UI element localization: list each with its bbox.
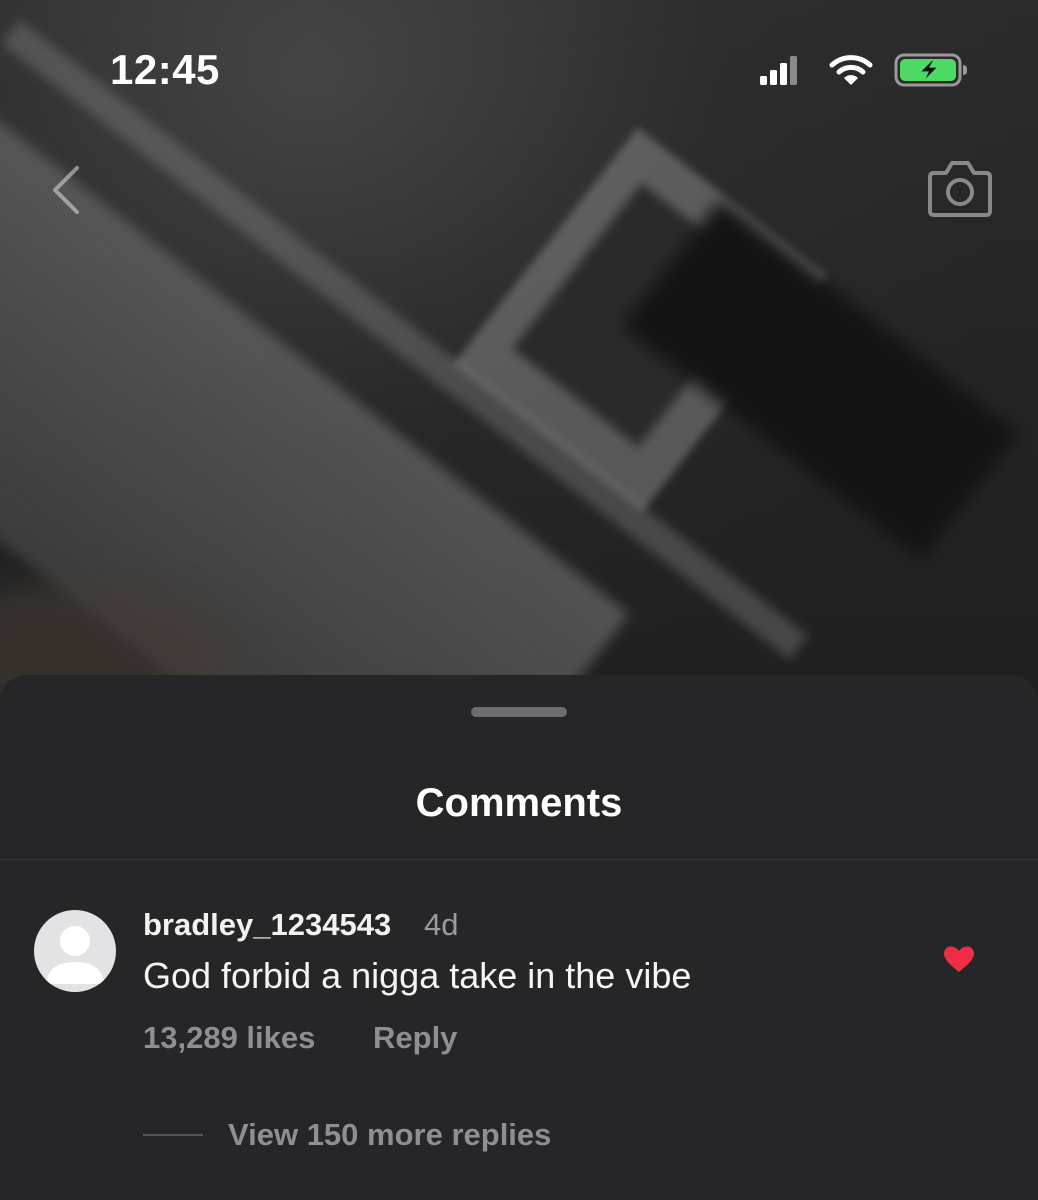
comment-text: God forbid a nigga take in the vibe [143,955,692,996]
divider [0,859,1038,860]
like-button[interactable] [936,939,982,979]
default-avatar-icon [46,926,104,984]
chevron-left-icon [53,166,79,214]
screen: 12:45 Comments bradley_1234543 4d God fo… [0,0,1038,1200]
reply-button[interactable]: Reply [373,1020,457,1056]
heart-icon [944,946,974,972]
back-button[interactable] [40,160,90,220]
camera-icon [928,161,992,217]
battery-charging-icon [894,53,967,87]
replies-line [143,1134,203,1136]
sheet-drag-handle[interactable] [471,707,567,717]
camera-button[interactable] [922,152,998,224]
sheet-title: Comments [415,781,623,825]
comment-likes-count[interactable]: 13,289 likes [143,1020,315,1056]
avatar[interactable] [34,910,116,992]
comment-timestamp: 4d [424,907,459,942]
cellular-signal-icon [760,56,797,85]
view-replies-button[interactable]: View 150 more replies [228,1117,551,1153]
comment-username[interactable]: bradley_1234543 [143,907,391,943]
comments-sheet: Comments bradley_1234543 4d God forbid a… [0,675,1038,1200]
comment-item: bradley_1234543 4d God forbid a nigga ta… [0,875,1038,1175]
status-bar: 12:45 [0,0,1038,140]
status-time: 12:45 [110,46,220,93]
wifi-icon [829,55,873,85]
